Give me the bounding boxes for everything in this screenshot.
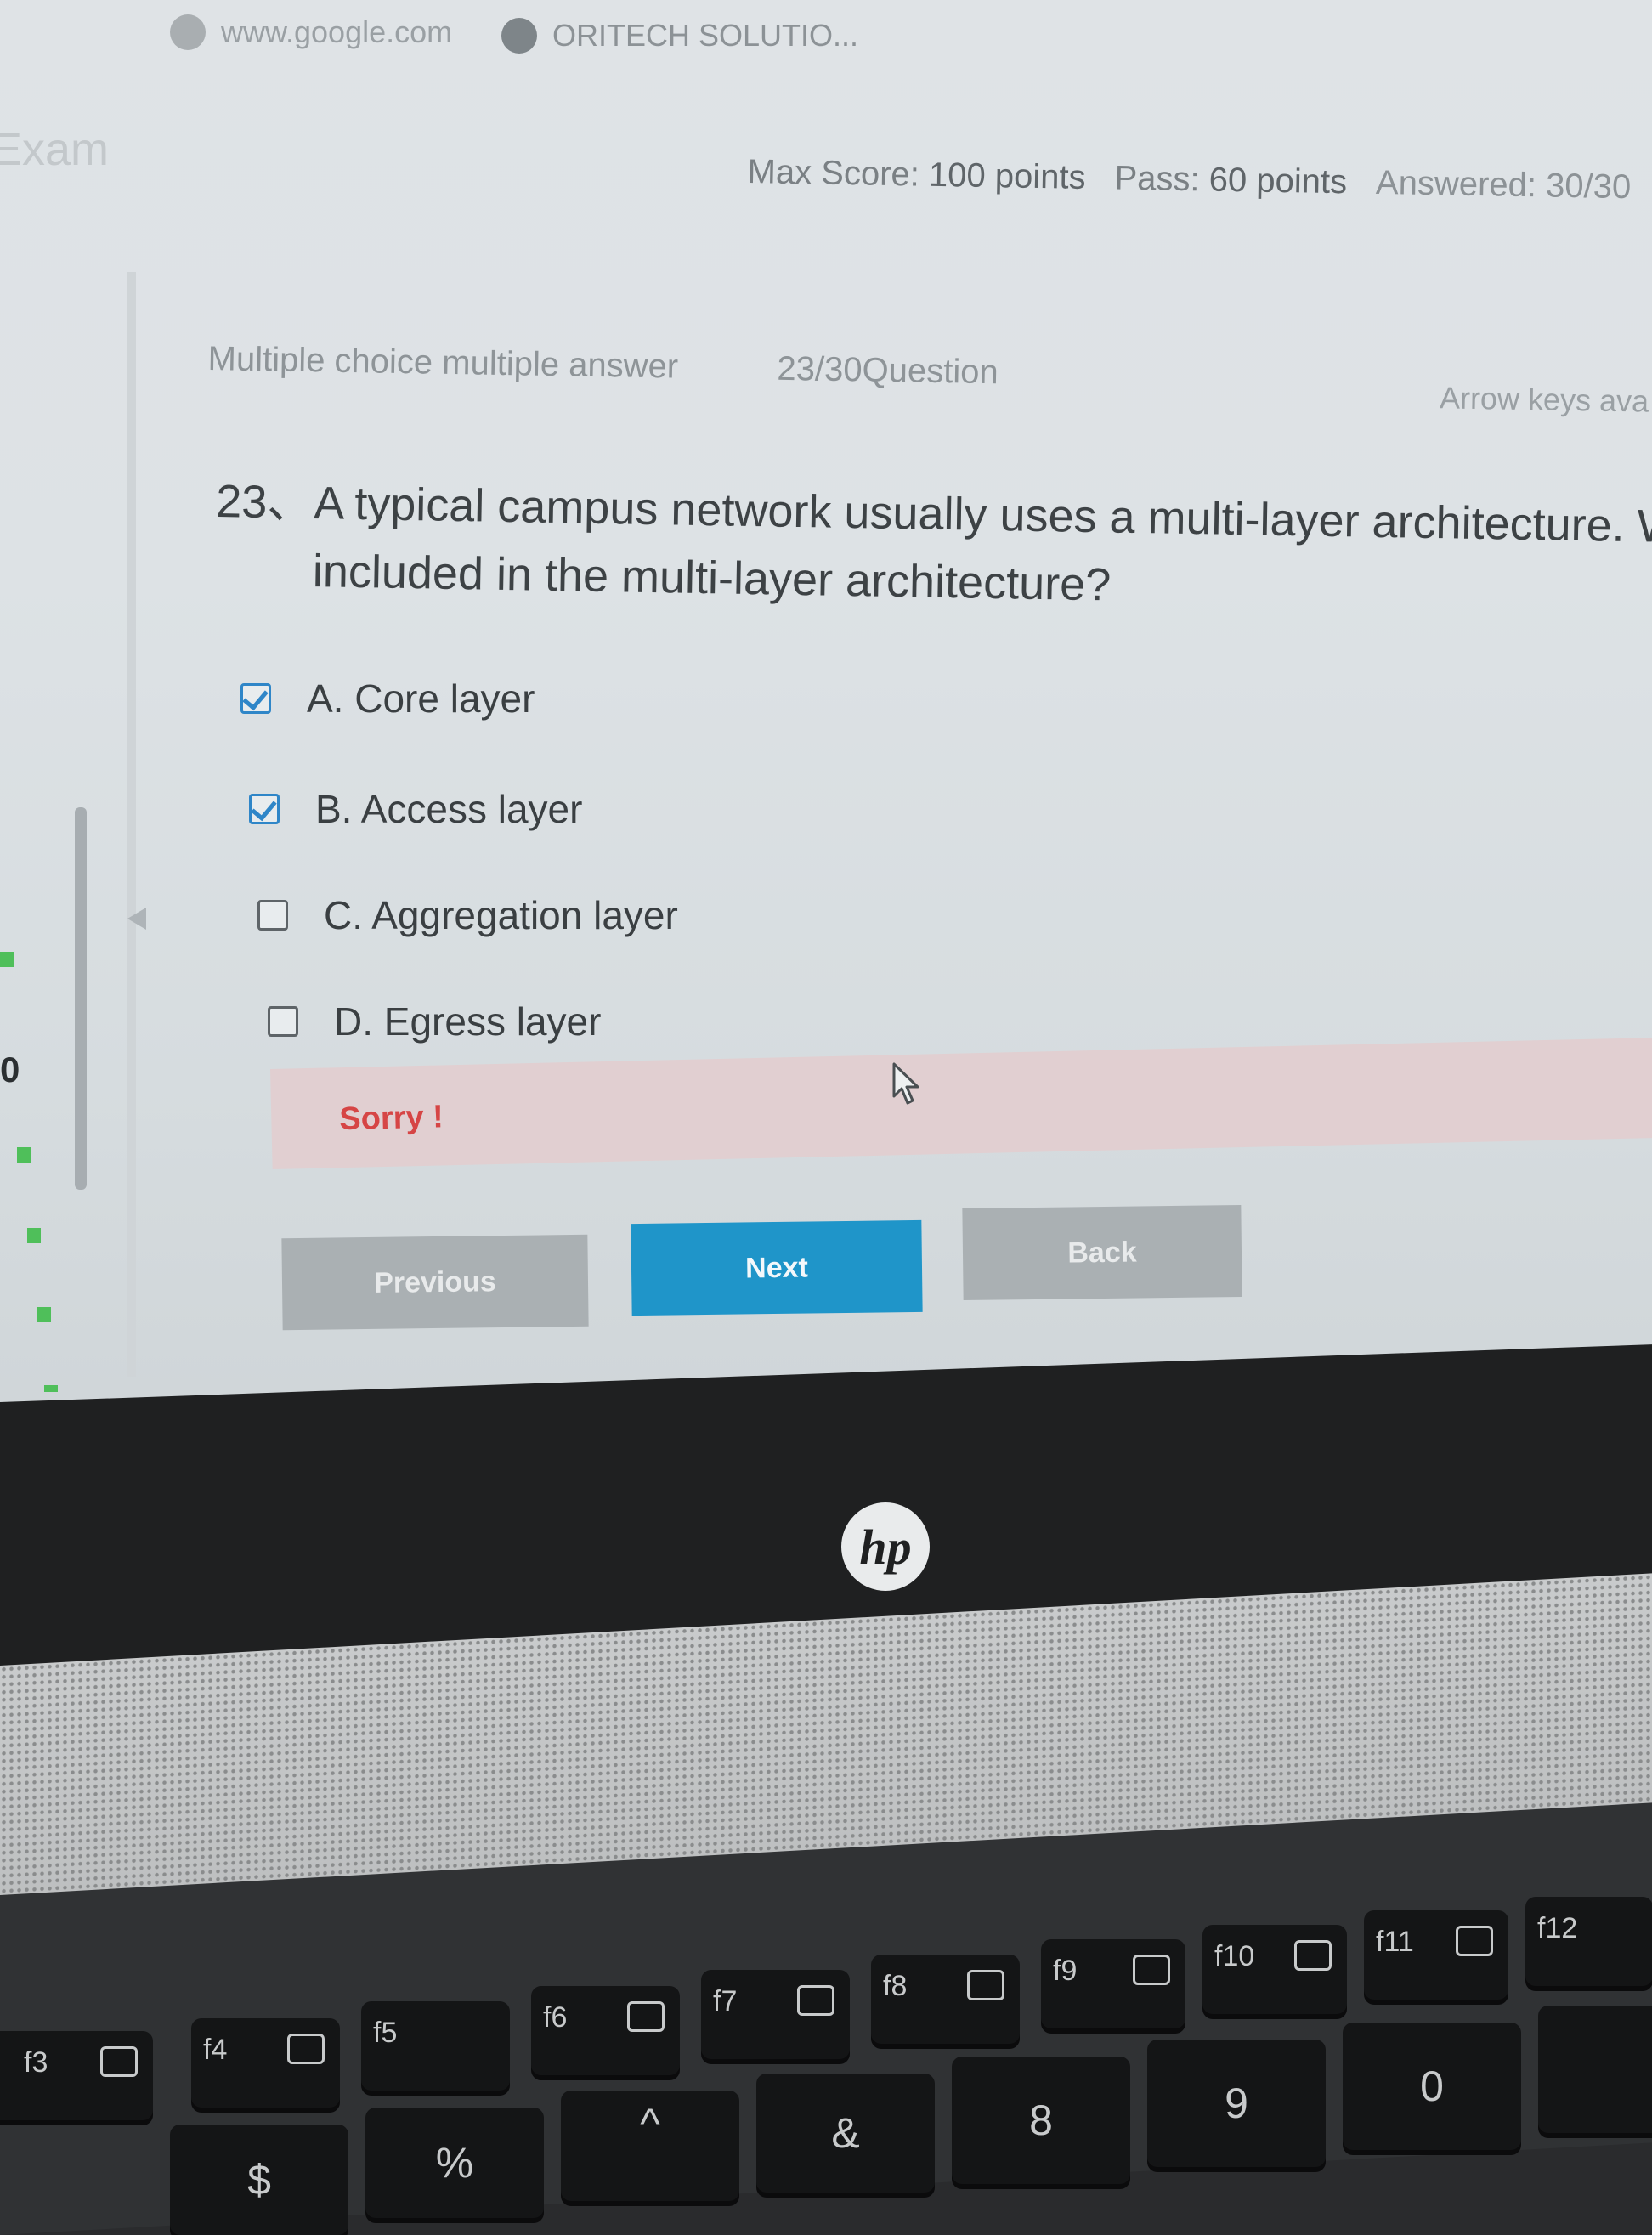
question-number-indicator[interactable]: 0 — [0, 1050, 20, 1090]
sidebar-divider — [127, 272, 136, 1377]
globe-icon — [170, 14, 206, 50]
key-f7[interactable]: f7 — [701, 1970, 850, 2059]
option-label: A. Core layer — [307, 676, 535, 721]
keyboard-backlight-icon — [1456, 1926, 1493, 1956]
key-0[interactable]: 0 — [1343, 2023, 1521, 2150]
app-title: Exam — [0, 124, 110, 175]
option-c[interactable]: C. Aggregation layer — [257, 892, 678, 938]
answer-feedback: Sorry ! — [270, 1036, 1652, 1169]
back-button[interactable]: Back — [962, 1205, 1242, 1300]
key-f10[interactable]: f10 — [1202, 1925, 1347, 2014]
answered-count: Answered: 30/30 — [1375, 163, 1632, 207]
key-f12[interactable]: f12 — [1525, 1897, 1652, 1986]
question-counter: 23/30Question — [777, 349, 999, 392]
key-f11[interactable]: f11 — [1364, 1910, 1508, 2000]
key-4[interactable]: $ — [170, 2125, 348, 2235]
option-a[interactable]: A. Core layer — [240, 676, 535, 721]
key-f9[interactable]: f9 — [1041, 1939, 1185, 2028]
browser-tab[interactable]: www.google.com — [170, 7, 452, 58]
question-status-indicator[interactable] — [17, 1147, 31, 1163]
brightness-up-icon — [1294, 1940, 1332, 1971]
option-label: D. Egress layer — [334, 999, 602, 1044]
volume-down-icon — [627, 2001, 665, 2032]
browser-tab[interactable]: ORITECH SOLUTIO... — [501, 10, 858, 61]
mouse-pointer-icon — [892, 1062, 919, 1105]
option-label: B. Access layer — [315, 787, 583, 831]
pass-score: Pass: 60 points — [1114, 159, 1348, 201]
question-meta: Multiple choice multiple answer 23/30Que… — [207, 340, 1652, 419]
globe-icon — [501, 18, 537, 54]
volume-up-icon — [797, 1985, 834, 2016]
key-minus[interactable] — [1538, 2006, 1652, 2133]
key-f4[interactable]: f4 — [191, 2018, 340, 2108]
feedback-message: Sorry ! — [338, 1099, 444, 1138]
key-f5[interactable]: f5 — [361, 2001, 510, 2091]
key-f6[interactable]: f6 — [531, 1986, 680, 2075]
tab-label: ORITECH SOLUTIO... — [552, 18, 859, 53]
question-number: 23、 — [215, 475, 314, 529]
score-summary: Max Score: 100 points Pass: 60 points An… — [747, 153, 1631, 207]
key-6[interactable]: ^ — [561, 2091, 739, 2201]
collapse-arrow-icon[interactable] — [127, 908, 146, 930]
brightness-down-icon — [1133, 1955, 1170, 1985]
next-button[interactable]: Next — [631, 1219, 923, 1316]
question-stem: 23、 A typical campus network usually use… — [216, 467, 1652, 610]
key-f3[interactable]: f3 — [0, 2031, 153, 2120]
keyboard-hint: Arrow keys ava — [1439, 380, 1649, 419]
checkbox-checked-icon[interactable] — [240, 683, 271, 714]
checkbox-icon[interactable] — [268, 1006, 298, 1037]
question-status-indicator[interactable] — [0, 952, 14, 967]
previous-button[interactable]: Previous — [281, 1234, 589, 1331]
key-7[interactable]: & — [756, 2074, 935, 2193]
option-label: C. Aggregation layer — [324, 893, 678, 937]
max-score: Max Score: 100 points — [747, 153, 1086, 196]
option-b[interactable]: B. Access layer — [249, 786, 582, 832]
browser-tab-bar: www.google.com ORITECH SOLUTIO... — [0, 0, 1652, 68]
key-5[interactable]: % — [365, 2108, 544, 2218]
mic-mute-icon — [967, 1970, 1004, 2000]
key-8[interactable]: 8 — [952, 2057, 1130, 2184]
question-type: Multiple choice multiple answer — [207, 340, 679, 386]
question-status-indicator[interactable] — [37, 1307, 51, 1322]
option-d[interactable]: D. Egress layer — [268, 999, 601, 1044]
question-text: A typical campus network usually uses a … — [312, 478, 1652, 611]
key-f8[interactable]: f8 — [871, 1955, 1020, 2044]
question-status-indicator[interactable] — [27, 1228, 41, 1243]
sidebar-scrollbar[interactable] — [75, 807, 87, 1190]
hp-logo: hp — [841, 1502, 930, 1591]
checkbox-checked-icon[interactable] — [249, 794, 280, 824]
checkbox-icon[interactable] — [257, 900, 288, 931]
display-icon — [287, 2034, 325, 2064]
laptop-screen: www.google.com ORITECH SOLUTIO... Exam M… — [0, 0, 1652, 1445]
key-9[interactable]: 9 — [1147, 2040, 1326, 2167]
tab-label: www.google.com — [221, 14, 453, 49]
question-status-indicator[interactable] — [44, 1385, 58, 1392]
keyboard-function-icon — [100, 2046, 138, 2077]
